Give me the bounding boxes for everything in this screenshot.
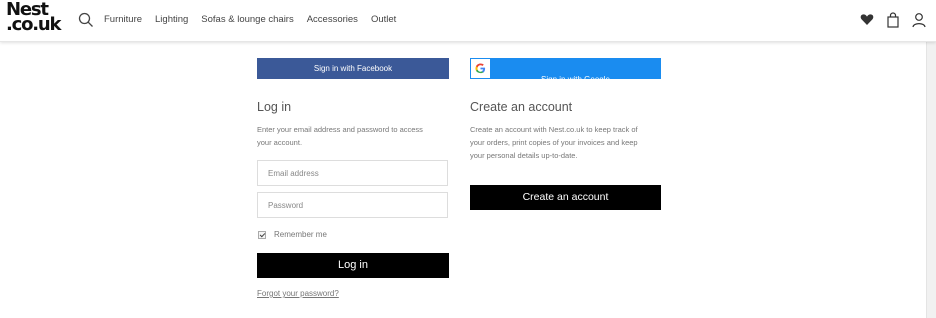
login-button[interactable]: Log in bbox=[257, 253, 449, 278]
nav-item-lighting[interactable]: Lighting bbox=[155, 14, 188, 25]
nav-item-outlet[interactable]: Outlet bbox=[371, 14, 396, 25]
main-nav: Furniture Lighting Sofas & lounge chairs… bbox=[104, 14, 409, 25]
facebook-signin-button[interactable]: Sign in with Facebook bbox=[257, 58, 449, 79]
remember-me-checkbox[interactable] bbox=[258, 230, 266, 239]
nav-item-sofas[interactable]: Sofas & lounge chairs bbox=[201, 14, 293, 25]
search-icon[interactable] bbox=[78, 12, 94, 28]
bag-icon[interactable] bbox=[886, 12, 900, 28]
create-account-button[interactable]: Create an account bbox=[470, 185, 661, 210]
login-title: Log in bbox=[257, 100, 292, 114]
forgot-password-link[interactable]: Forgot your password? bbox=[257, 289, 339, 298]
site-header: Nest .co.uk Furniture Lighting Sofas & l… bbox=[0, 0, 936, 42]
heart-icon[interactable] bbox=[860, 12, 874, 28]
google-signin-button[interactable]: Sign in with Google bbox=[470, 58, 661, 84]
account-icon[interactable] bbox=[912, 12, 926, 28]
create-account-description: Create an account with Nest.co.uk to kee… bbox=[470, 125, 638, 160]
page-content: Sign in with Facebook Sign in with Googl… bbox=[0, 42, 936, 318]
password-field[interactable] bbox=[257, 192, 448, 218]
scrollbar[interactable] bbox=[926, 42, 936, 318]
nav-item-furniture[interactable]: Furniture bbox=[104, 14, 142, 25]
email-field[interactable] bbox=[257, 160, 448, 186]
remember-me[interactable]: Remember me bbox=[258, 230, 327, 239]
google-icon bbox=[471, 59, 490, 78]
remember-me-label: Remember me bbox=[274, 230, 327, 239]
google-signin-label: Sign in with Google bbox=[541, 74, 610, 84]
login-description: Enter your email address and password to… bbox=[257, 125, 423, 147]
create-account-title: Create an account bbox=[470, 100, 573, 114]
nav-item-accessories[interactable]: Accessories bbox=[307, 14, 358, 25]
logo-line-2: .co.uk bbox=[6, 14, 62, 35]
logo[interactable]: Nest .co.uk bbox=[6, 1, 62, 38]
header-actions bbox=[860, 12, 926, 28]
